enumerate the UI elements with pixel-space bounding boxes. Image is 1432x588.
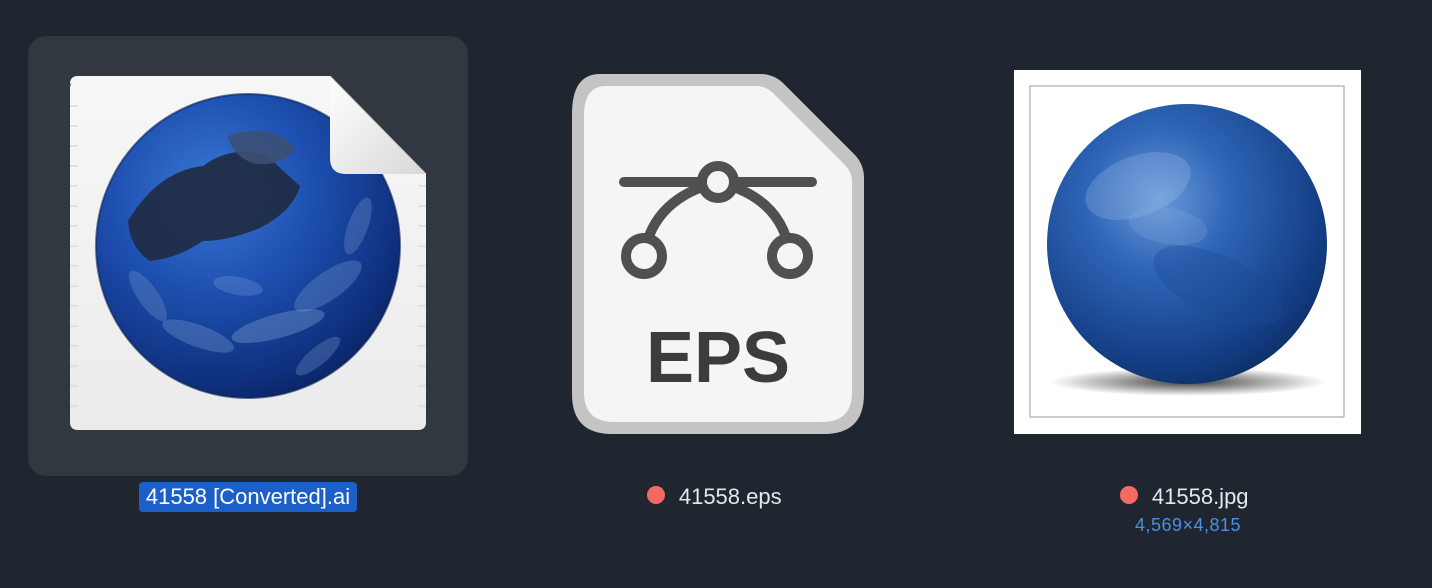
file-item-ai[interactable]: 41558 [Converted].ai (28, 0, 468, 588)
red-tag-dot (1120, 486, 1139, 504)
red-tag-dot (647, 486, 666, 504)
image-dimensions: 4,569×4,815 (1134, 515, 1242, 535)
icon-tile[interactable] (968, 36, 1408, 476)
file-name-label[interactable]: 41558.jpg (1145, 482, 1256, 512)
file-icon-grid: 41558 [Converted].ai EPS 41558.eps 41558… (0, 0, 1432, 588)
file-name-label[interactable]: 41558 [Converted].ai (138, 482, 358, 512)
file-name-label[interactable]: 41558.eps (672, 482, 789, 512)
file-item-jpg[interactable]: 41558.jpg 4,569×4,815 (968, 0, 1408, 588)
icon-tile[interactable]: EPS (498, 36, 938, 476)
file-name-row[interactable]: 41558.jpg (968, 482, 1408, 512)
file-name-row[interactable]: 41558 [Converted].ai (28, 482, 468, 512)
file-item-eps[interactable]: EPS 41558.eps (498, 0, 938, 588)
jpg-thumbnail-blue-sphere-icon (1014, 70, 1361, 434)
file-name-row[interactable]: 41558.eps (498, 482, 938, 512)
eps-vector-document-icon: EPS (572, 74, 864, 434)
illustrator-document-blue-orb-icon (70, 75, 427, 430)
eps-icon-text: EPS (646, 318, 790, 398)
selection-highlight[interactable] (28, 36, 468, 476)
